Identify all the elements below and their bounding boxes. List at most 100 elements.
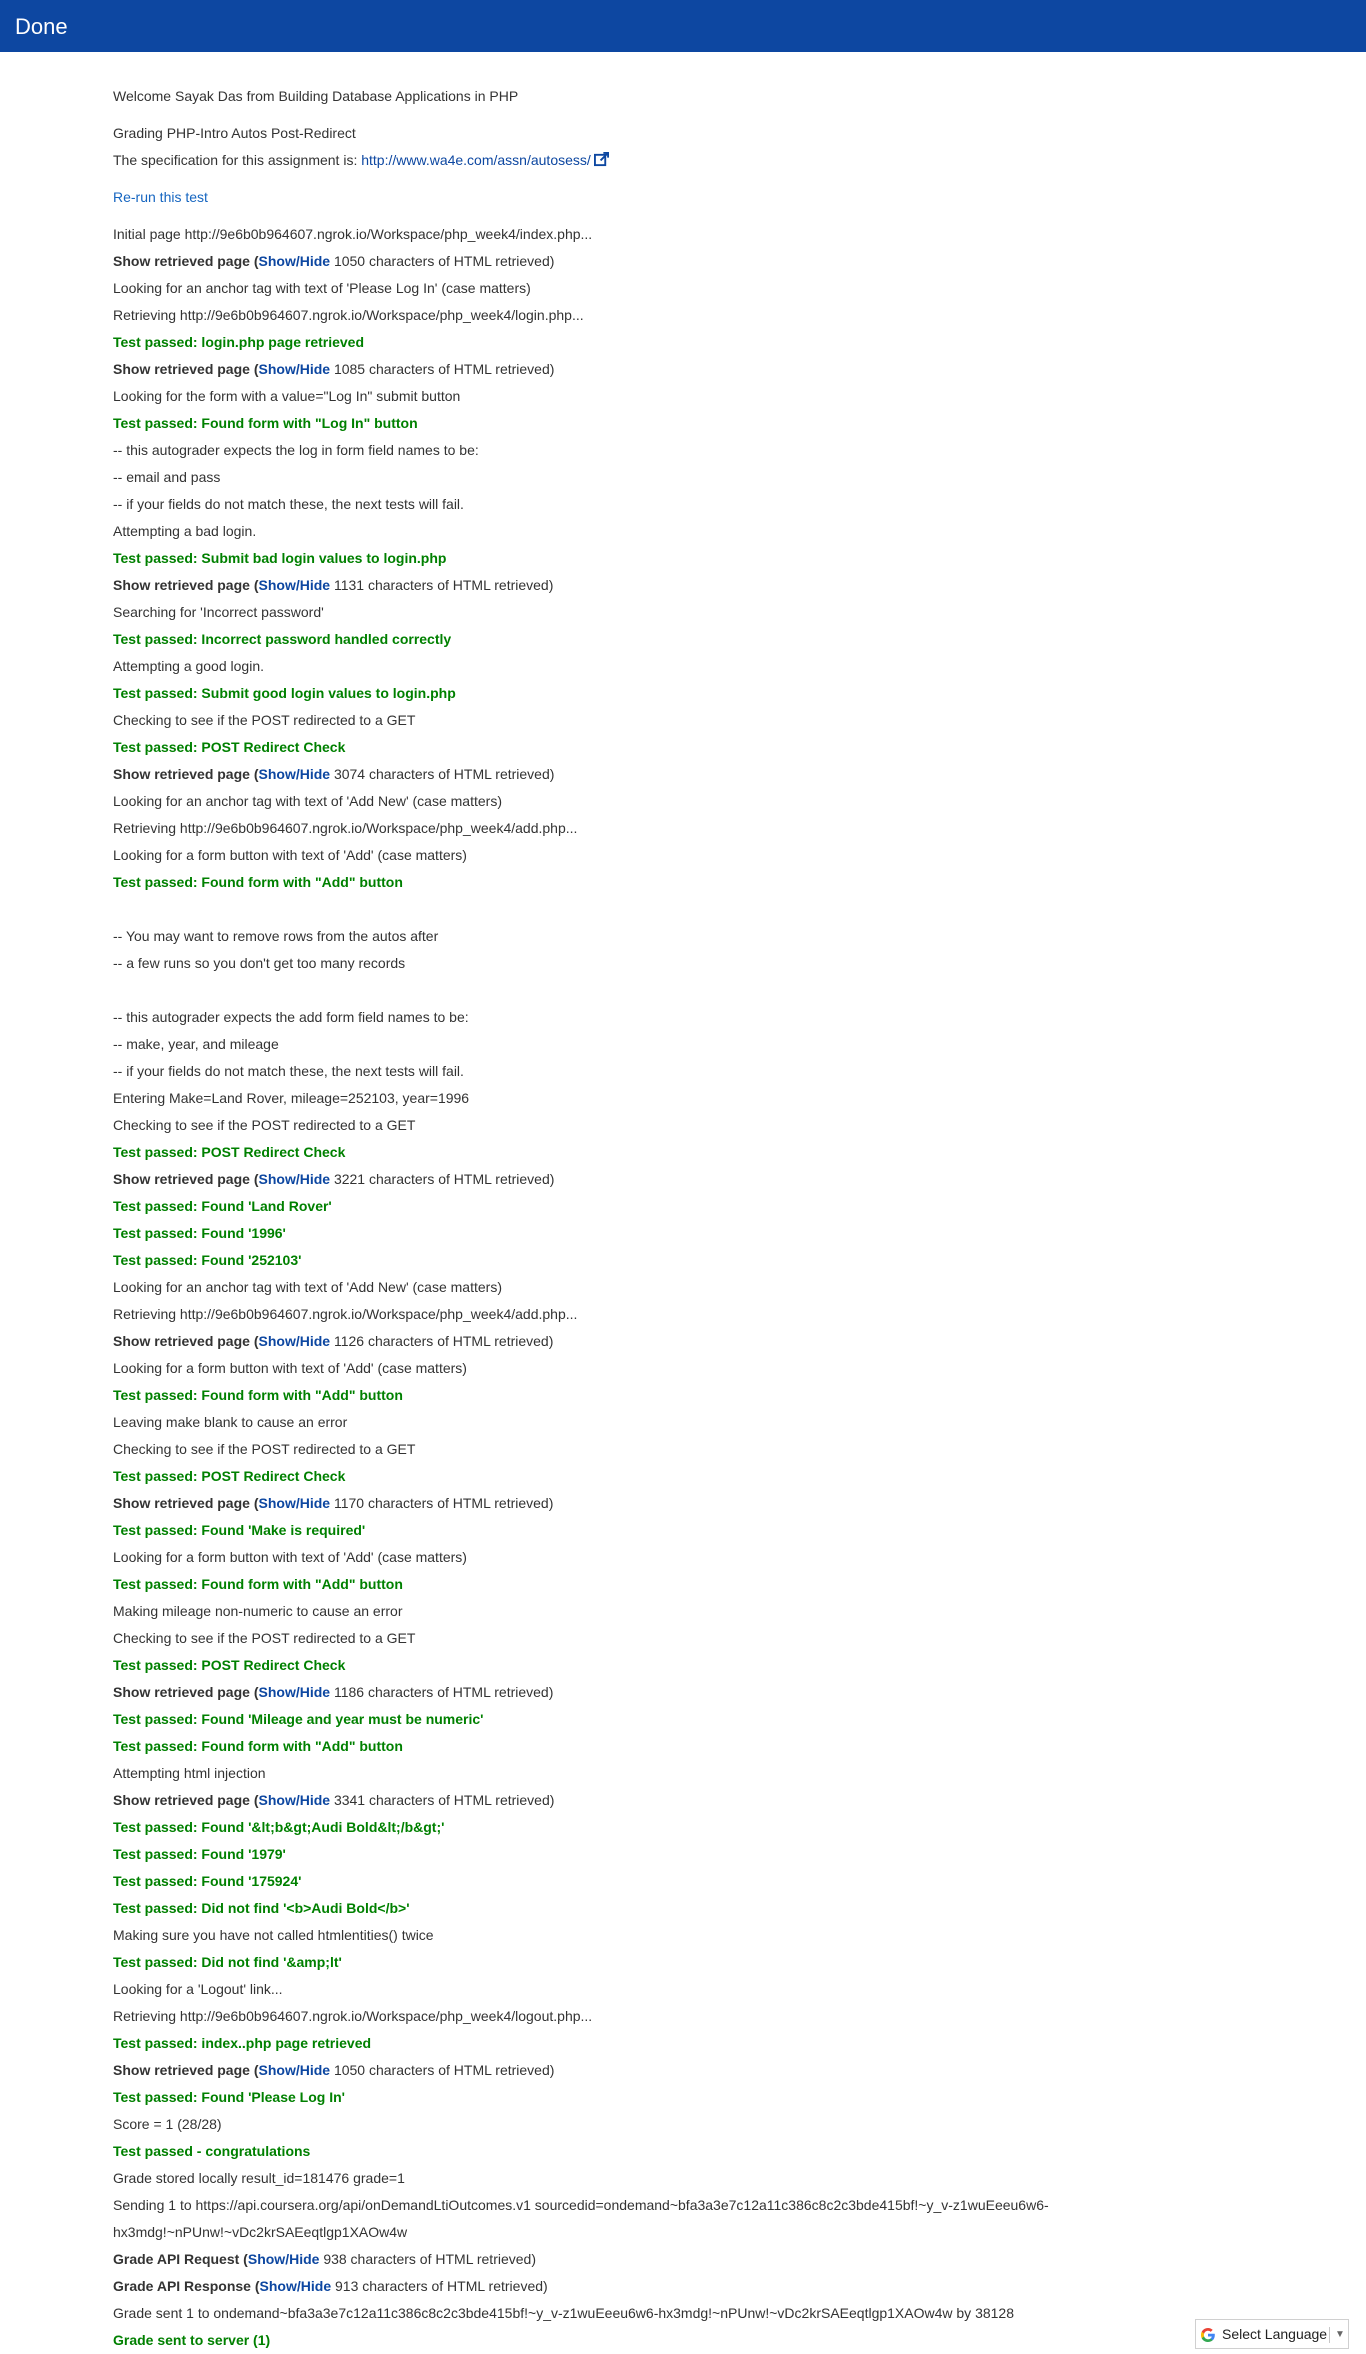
show-retrieved-line: Grade API Request (Show/Hide 938 charact… — [113, 2246, 1113, 2273]
log-line: Looking for a form button with text of '… — [113, 1360, 467, 1376]
test-passed-line: Test passed: Submit good login values to… — [113, 685, 456, 701]
show-retrieved-line: Show retrieved page (Show/Hide 1186 char… — [113, 1679, 1113, 1706]
show-label: Grade API Response — [113, 2278, 251, 2294]
test-passed-line: Test passed: Found form with "Add" butto… — [113, 1387, 403, 1403]
paren-open: ( — [249, 766, 259, 782]
show-retrieved-line: Show retrieved page (Show/Hide 3341 char… — [113, 1787, 1113, 1814]
test-passed-line: Test passed: Found form with "Add" butto… — [113, 874, 403, 890]
test-passed-line: Test passed: Found form with "Add" butto… — [113, 1738, 403, 1754]
log-line: Looking for an anchor tag with text of '… — [113, 280, 531, 296]
welcome-text: Welcome Sayak Das from Building Database… — [113, 88, 519, 104]
chevron-down-icon: ▼ — [1335, 2329, 1345, 2340]
spec-prefix: The specification for this assignment is… — [113, 152, 362, 168]
show-hide-link[interactable]: Show/Hide — [259, 361, 331, 377]
show-hide-link[interactable]: Show/Hide — [248, 2251, 320, 2267]
test-passed-line: Test passed: POST Redirect Check — [113, 1657, 346, 1673]
paren-open: ( — [249, 2062, 259, 2078]
rerun-line: Re-run this test — [113, 184, 1113, 211]
retrieved-count: 3221 characters of HTML retrieved) — [333, 1171, 555, 1187]
test-passed-line: Test passed: Found '1996' — [113, 1225, 286, 1241]
log-line: Checking to see if the POST redirected t… — [113, 1630, 416, 1646]
log-line: Searching for 'Incorrect password' — [113, 604, 324, 620]
retrieved-count: 1050 characters of HTML retrieved) — [333, 2062, 555, 2078]
log-line: Looking for a form button with text of '… — [113, 1549, 467, 1565]
language-selector[interactable]: Select Language ▼ — [1195, 2319, 1349, 2349]
test-log: Initial page http://9e6b0b964607.ngrok.i… — [113, 221, 1113, 2354]
show-label: Show retrieved page — [113, 577, 250, 593]
show-hide-link[interactable]: Show/Hide — [259, 1171, 331, 1187]
show-retrieved-line: Grade API Response (Show/Hide 913 charac… — [113, 2273, 1113, 2300]
test-passed-line: Test passed: Found 'Please Log In' — [113, 2089, 345, 2105]
log-line: Making mileage non-numeric to cause an e… — [113, 1603, 403, 1619]
show-hide-link[interactable]: Show/Hide — [259, 1792, 331, 1808]
show-label: Show retrieved page — [113, 1495, 250, 1511]
paren-open: ( — [249, 1684, 259, 1700]
test-passed-line: Test passed: POST Redirect Check — [113, 1144, 346, 1160]
paren-open: ( — [239, 2251, 248, 2267]
paren-open: ( — [249, 577, 259, 593]
log-line: Looking for an anchor tag with text of '… — [113, 793, 502, 809]
show-retrieved-line: Show retrieved page (Show/Hide 1050 char… — [113, 248, 1113, 275]
test-passed-line: Test passed: login.php page retrieved — [113, 334, 365, 350]
retrieved-count: 3341 characters of HTML retrieved) — [333, 1792, 555, 1808]
show-label: Show retrieved page — [113, 1684, 250, 1700]
divider — [1329, 2327, 1330, 2343]
log-line: -- if your fields do not match these, th… — [113, 1063, 464, 1079]
show-label: Show retrieved page — [113, 1171, 250, 1187]
retrieved-count: 1186 characters of HTML retrieved) — [333, 1684, 554, 1700]
test-passed-line: Test passed: Incorrect password handled … — [113, 631, 452, 647]
test-passed-line: Test passed: Found '252103' — [113, 1252, 302, 1268]
show-retrieved-line: Show retrieved page (Show/Hide 1170 char… — [113, 1490, 1113, 1517]
log-line: -- if your fields do not match these, th… — [113, 496, 464, 512]
log-line: -- make, year, and mileage — [113, 1036, 279, 1052]
show-hide-link[interactable]: Show/Hide — [259, 1684, 331, 1700]
spec-link[interactable]: http://www.wa4e.com/assn/autosess/ — [361, 152, 591, 168]
test-passed-line: Test passed: Found '&lt;b&gt;Audi Bold&l… — [113, 1819, 445, 1835]
spec-line: The specification for this assignment is… — [113, 147, 1113, 174]
retrieved-count: 3074 characters of HTML retrieved) — [333, 766, 555, 782]
test-passed-line: Test passed: Found '175924' — [113, 1873, 302, 1889]
show-hide-link[interactable]: Show/Hide — [260, 2278, 332, 2294]
log-line: Checking to see if the POST redirected t… — [113, 712, 416, 728]
google-g-icon — [1200, 2327, 1216, 2343]
show-retrieved-line: Show retrieved page (Show/Hide 3074 char… — [113, 761, 1113, 788]
show-retrieved-line: Show retrieved page (Show/Hide 1131 char… — [113, 572, 1113, 599]
test-passed-line: Test passed: POST Redirect Check — [113, 1468, 346, 1484]
log-line: -- this autograder expects the add form … — [113, 1009, 469, 1025]
test-passed-line: Test passed - congratulations — [113, 2143, 311, 2159]
log-line: Looking for a 'Logout' link... — [113, 1981, 283, 1997]
test-passed-line: Test passed: Found '1979' — [113, 1846, 286, 1862]
show-retrieved-line: Show retrieved page (Show/Hide 3221 char… — [113, 1166, 1113, 1193]
log-line: Attempting a bad login. — [113, 523, 257, 539]
retrieved-count: 1170 characters of HTML retrieved) — [333, 1495, 554, 1511]
paren-open: ( — [249, 1792, 259, 1808]
done-title[interactable]: Done — [15, 14, 68, 40]
external-link-icon[interactable] — [593, 149, 609, 176]
log-line: Grade stored locally result_id=181476 gr… — [113, 2170, 405, 2186]
test-passed-line: Test passed: Did not find '&amp;lt' — [113, 1954, 342, 1970]
show-label: Show retrieved page — [113, 1333, 250, 1349]
log-line: -- this autograder expects the log in fo… — [113, 442, 479, 458]
show-hide-link[interactable]: Show/Hide — [259, 766, 331, 782]
test-passed-line: Test passed: POST Redirect Check — [113, 739, 346, 755]
test-passed-line: Test passed: Found form with "Log In" bu… — [113, 415, 418, 431]
show-label: Grade API Request — [113, 2251, 240, 2267]
log-line: Entering Make=Land Rover, mileage=252103… — [113, 1090, 470, 1106]
paren-open: ( — [249, 361, 259, 377]
show-label: Show retrieved page — [113, 253, 250, 269]
rerun-test-link[interactable]: Re-run this test — [113, 189, 208, 205]
show-hide-link[interactable]: Show/Hide — [259, 2062, 331, 2078]
show-retrieved-line: Show retrieved page (Show/Hide 1050 char… — [113, 2057, 1113, 2084]
test-passed-line: Grade sent to server (1) — [113, 2332, 271, 2348]
show-hide-link[interactable]: Show/Hide — [259, 577, 331, 593]
show-retrieved-line: Show retrieved page (Show/Hide 1126 char… — [113, 1328, 1113, 1355]
log-line: Grade sent 1 to ondemand~bfa3a3e7c12a11c… — [113, 2305, 1015, 2321]
grader-output: Welcome Sayak Das from Building Database… — [113, 83, 1113, 2354]
show-hide-link[interactable]: Show/Hide — [259, 1495, 331, 1511]
show-hide-link[interactable]: Show/Hide — [259, 253, 331, 269]
show-hide-link[interactable]: Show/Hide — [259, 1333, 331, 1349]
